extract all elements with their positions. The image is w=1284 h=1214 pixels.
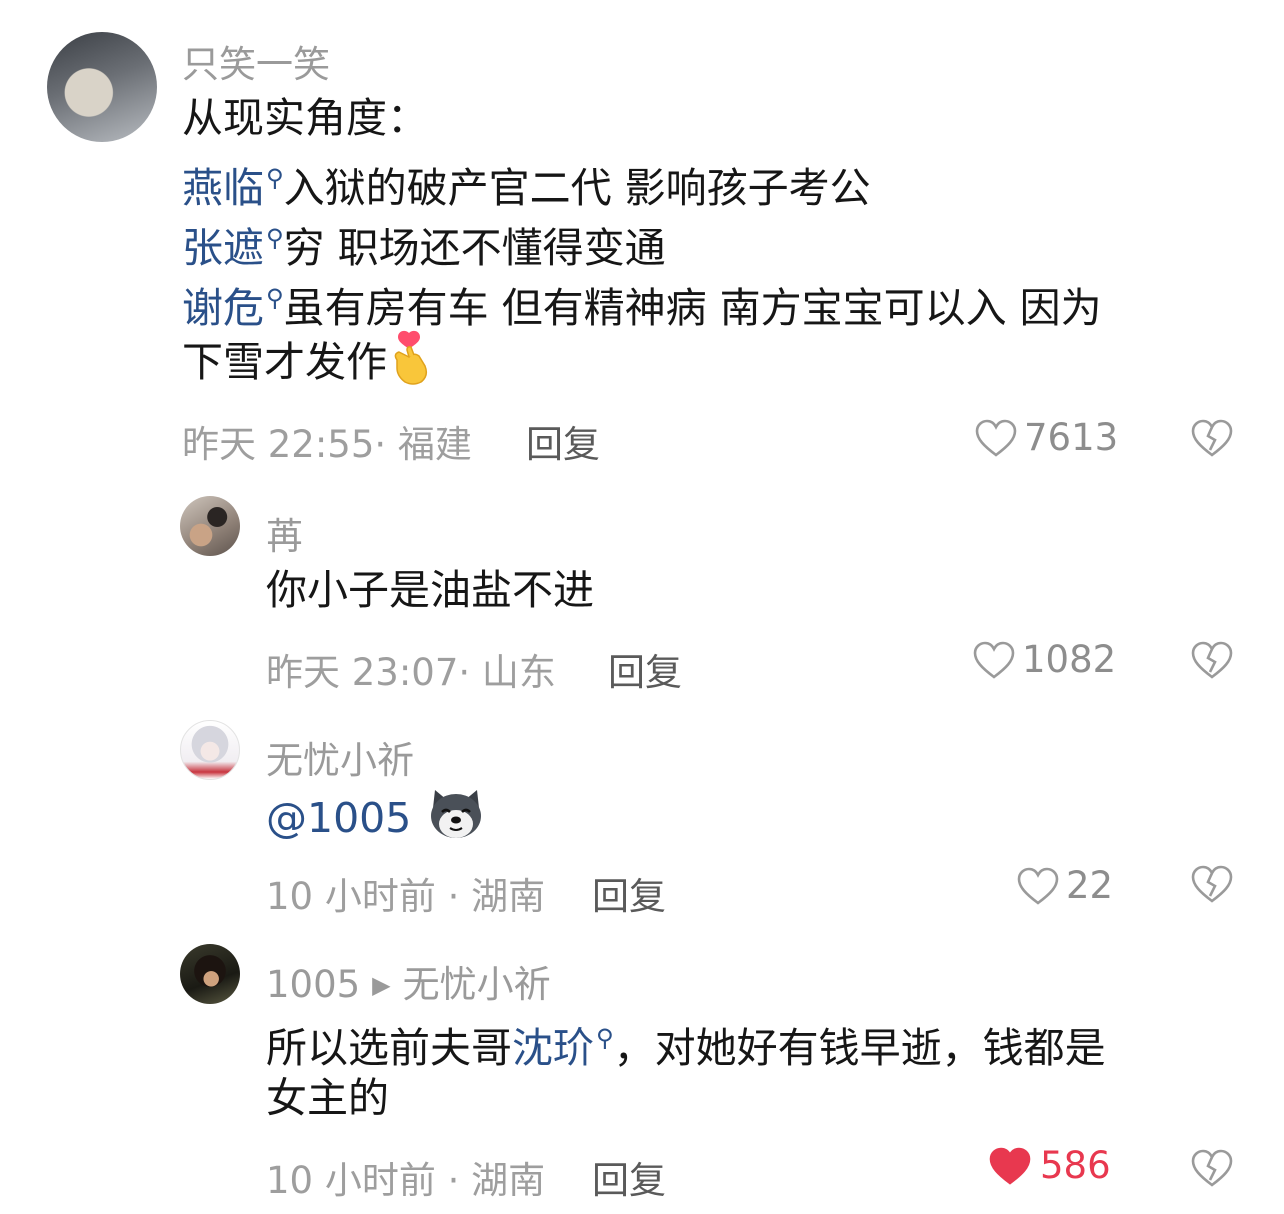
- comment-text: 下雪才发作: [182, 338, 387, 386]
- comment-username[interactable]: 1005: [266, 963, 360, 1006]
- comment-text: 所以选前夫哥: [266, 1024, 512, 1072]
- avatar[interactable]: [47, 32, 157, 142]
- comment-text-line: 谢危⚲虽有房有车 但有精神病 南方宝宝可以入 因为: [182, 268, 1102, 339]
- comment-meta: 10 小时前 · 湖南: [266, 875, 546, 918]
- search-icon[interactable]: ⚲: [266, 284, 284, 312]
- reply-arrow-icon: ▶: [372, 971, 391, 999]
- dislike-broken-heart-icon[interactable]: [1190, 418, 1234, 458]
- reply-button[interactable]: 回复: [592, 1150, 666, 1204]
- comment-text-line: 从现实角度：: [182, 94, 428, 142]
- mention-link[interactable]: @1005: [266, 794, 411, 842]
- comment-username-line: 1005 ▶ 无忧小祈: [266, 954, 551, 1008]
- reply-button[interactable]: 回复: [608, 642, 682, 696]
- dislike-broken-heart-icon[interactable]: [1190, 1148, 1234, 1188]
- comment-time: 昨天 22:55: [182, 423, 375, 466]
- comment-location: 湖南: [471, 875, 546, 918]
- avatar[interactable]: [180, 720, 240, 780]
- comment-time: 10 小时前: [266, 875, 436, 918]
- comment-username[interactable]: 只笑一笑: [182, 34, 330, 88]
- reply-button[interactable]: 回复: [592, 866, 666, 920]
- avatar[interactable]: [180, 496, 240, 556]
- comment-text-line: 女主的: [266, 1074, 389, 1122]
- comment-text-line: 下雪才发作: [182, 330, 433, 393]
- keyword-link[interactable]: 沈玠: [512, 1024, 594, 1072]
- search-icon[interactable]: ⚲: [266, 164, 284, 192]
- dislike-broken-heart-icon[interactable]: [1190, 864, 1234, 904]
- comment-username[interactable]: 苒: [266, 506, 303, 560]
- finger-heart-emoji-icon: [394, 330, 428, 385]
- keyword-link[interactable]: 张遮: [182, 224, 264, 272]
- comment-username[interactable]: 无忧小祈: [266, 730, 414, 784]
- like-count: 22: [1066, 864, 1114, 907]
- comment-text-line: 所以选前夫哥沈玠⚲，对她好有钱早逝，钱都是: [266, 1008, 1106, 1079]
- comment-meta: 昨天 23:07· 山东: [266, 651, 556, 694]
- comment-text: 虽有房有车 但有精神病 南方宝宝可以入 因为: [283, 284, 1102, 332]
- comment-meta: 10 小时前 · 湖南: [266, 1159, 546, 1202]
- comment-text: ，对她好有钱早逝，钱都是: [613, 1024, 1106, 1072]
- dislike-broken-heart-icon[interactable]: [1190, 640, 1234, 680]
- search-icon[interactable]: ⚲: [266, 224, 284, 252]
- reply-button[interactable]: 回复: [526, 414, 600, 468]
- comment-text: 穷 职场还不懂得变通: [283, 224, 666, 272]
- reply-to-username[interactable]: 无忧小祈: [403, 963, 551, 1006]
- comment-time: 10 小时前: [266, 1159, 436, 1202]
- like-count: 7613: [1024, 416, 1119, 459]
- like-count: 586: [1040, 1144, 1111, 1187]
- keyword-link[interactable]: 燕临: [182, 164, 264, 212]
- comment-location: 山东: [481, 651, 556, 694]
- comment-meta: 昨天 22:55· 福建: [182, 423, 472, 466]
- comment-location: 福建: [397, 423, 472, 466]
- comment-text: 你小子是油盐不进: [266, 566, 594, 614]
- search-icon[interactable]: ⚲: [596, 1024, 614, 1052]
- comment-text-line: @1005: [266, 786, 487, 849]
- like-count: 1082: [1022, 638, 1117, 681]
- comment-time: 昨天 23:07: [266, 651, 459, 694]
- like-heart-icon[interactable]: [972, 640, 1016, 680]
- comment-location: 湖南: [471, 1159, 546, 1202]
- like-heart-icon[interactable]: [974, 418, 1018, 458]
- comment-text: 入狱的破产官二代 影响孩子考公: [283, 164, 871, 212]
- like-heart-icon[interactable]: [1016, 866, 1060, 906]
- like-heart-filled-icon[interactable]: [988, 1146, 1032, 1186]
- dog-emoji-icon: [431, 790, 482, 838]
- avatar[interactable]: [180, 944, 240, 1004]
- keyword-link[interactable]: 谢危: [182, 284, 264, 332]
